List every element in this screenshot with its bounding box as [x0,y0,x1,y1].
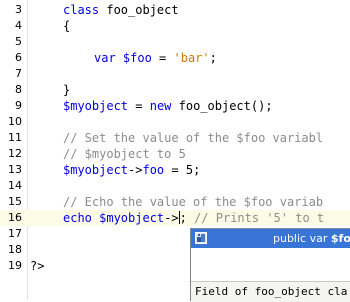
code-text: var $foo = 'bar'; [94,51,217,65]
code-line[interactable]: 15 // Echo the value of the $foo variab [0,194,350,210]
line-number: 12 [8,147,22,160]
code-line[interactable]: 6 var $foo = 'bar'; [0,50,350,66]
code-text: $myobject->foo = 5; [63,163,201,177]
code-line[interactable]: 13 $myobject->foo = 5; [0,162,350,178]
line-number: 7 [15,67,22,80]
code-line[interactable]: 9 $myobject = new foo_object(); [0,98,350,114]
code-text: $myobject = new foo_object(); [63,99,273,113]
code-completion-popup[interactable]: public var $foo Field of foo_object cla [190,228,350,302]
line-number: 19 [8,259,22,272]
code-line[interactable]: 10 [0,114,350,130]
line-number: 10 [8,115,22,128]
line-number: 16 [8,211,22,224]
code-line[interactable]: 3 class foo_object [0,2,350,18]
code-text: } [63,83,71,97]
current-code-line[interactable]: 16 echo $myobject->; // Prints '5' to t [0,210,350,226]
line-number: 3 [15,3,22,16]
code-text: echo $myobject->; // Prints '5' to t [63,211,325,225]
code-comment: // Set the value of the $foo variabl [63,131,324,145]
completion-doc-status: Field of foo_object cla [191,281,350,302]
line-number: 14 [8,179,22,192]
code-line[interactable]: 14 [0,178,350,194]
line-number: 17 [8,227,22,240]
code-text: { [63,19,71,33]
completion-item-foo[interactable]: public var $foo [191,229,350,248]
line-number: 11 [8,131,22,144]
line-number: 5 [15,35,22,48]
field-icon [195,232,207,244]
code-line[interactable]: 4 { [0,18,350,34]
line-number: 4 [15,19,22,32]
line-number: 8 [15,83,22,96]
line-number: 9 [15,99,22,112]
completion-item-label: public var $foo [273,232,350,245]
code-comment: // $myobject to 5 [63,147,186,161]
code-text: class foo_object [63,3,179,17]
code-line[interactable]: 12 // $myobject to 5 [0,146,350,162]
code-line[interactable]: 8 } [0,82,350,98]
code-line[interactable]: 5 [0,34,350,50]
line-number: 18 [8,243,22,256]
code-comment: // Echo the value of the $foo variab [63,195,324,209]
code-text: ?> [30,259,45,273]
code-line[interactable]: 7 [0,66,350,82]
code-line[interactable]: 11 // Set the value of the $foo variabl [0,130,350,146]
line-number: 13 [8,163,22,176]
line-number: 6 [15,51,22,64]
line-number: 15 [8,195,22,208]
